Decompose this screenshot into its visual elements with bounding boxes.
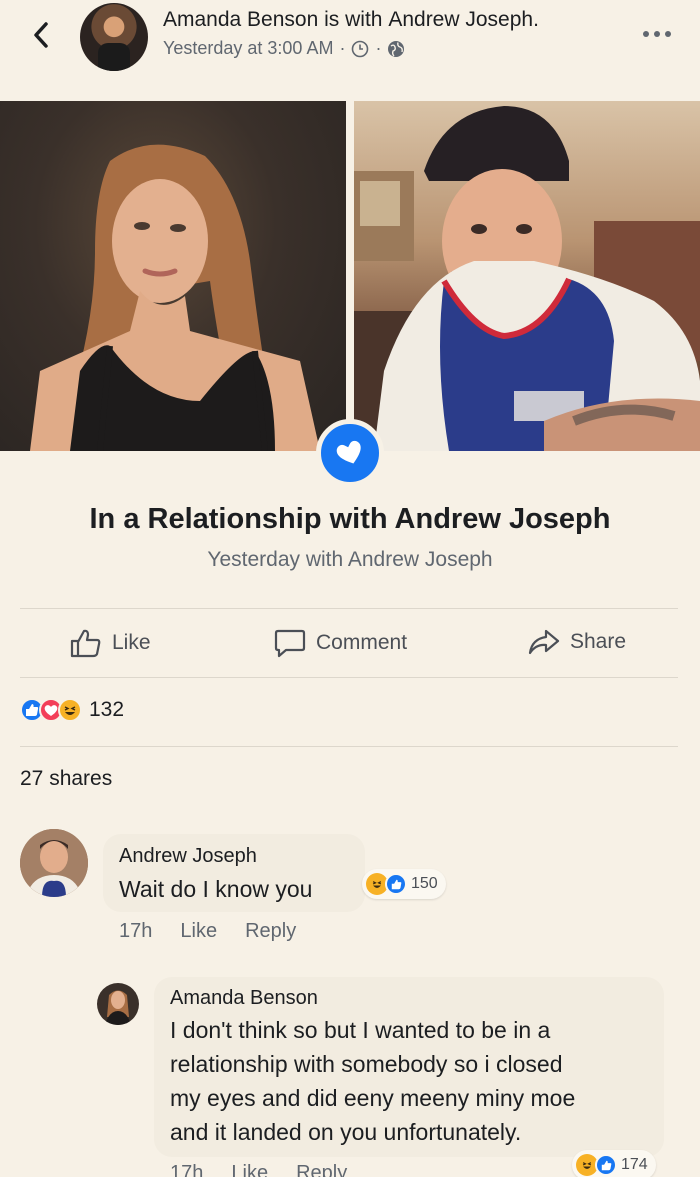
life-event-title: In a Relationship with Andrew Joseph	[89, 503, 611, 535]
photo-andrew[interactable]	[354, 101, 700, 451]
comment-meta: 17h Like Reply	[119, 920, 296, 943]
reply-reply-link[interactable]: Reply	[296, 1162, 347, 1177]
reaction-count: 132	[89, 698, 125, 721]
author-avatar[interactable]	[80, 3, 148, 71]
comment-author[interactable]: Andrew Joseph	[119, 845, 257, 868]
author-name[interactable]: Amanda Benson	[163, 8, 318, 31]
back-button[interactable]	[26, 18, 56, 52]
comment-icon	[274, 629, 306, 658]
like-button[interactable]: Like	[70, 628, 151, 658]
comment-button[interactable]: Comment	[274, 628, 407, 658]
relationship-heart-badge	[316, 419, 384, 487]
post-header: Amanda Benson is with Andrew Joseph. Yes…	[0, 0, 700, 96]
divider	[20, 746, 678, 747]
photo-amanda[interactable]	[0, 101, 346, 451]
share-icon	[528, 629, 560, 655]
shares-count[interactable]: 27 shares	[20, 767, 112, 791]
like-label: Like	[112, 631, 151, 654]
action-bar: Like Comment Share	[0, 612, 700, 676]
chevron-left-icon	[34, 22, 48, 48]
post-meta: Yesterday at 3:00 AM · ·	[163, 38, 405, 59]
post-author-line: Amanda Benson is with Andrew Joseph.	[163, 8, 539, 32]
reaction-summary[interactable]: 132	[20, 698, 124, 722]
relationship-photos	[0, 101, 700, 451]
comment-reply-link[interactable]: Reply	[245, 920, 296, 943]
life-event-subtitle: Yesterday with Andrew Joseph	[207, 548, 493, 571]
share-button[interactable]: Share	[528, 628, 626, 656]
reply-like-link[interactable]: Like	[231, 1162, 268, 1177]
dot-separator: ·	[375, 38, 382, 58]
haha-reaction-icon	[58, 698, 82, 722]
reply-text-line: and it landed on you unfortunately.	[170, 1119, 522, 1145]
comment-label: Comment	[316, 631, 408, 654]
reply-reactions[interactable]: 174	[572, 1150, 656, 1177]
divider	[20, 608, 678, 609]
reply-text-line: I don't think so but I wanted to be in a	[170, 1017, 551, 1043]
reply-text-line: relationship with somebody so i closed	[170, 1051, 563, 1077]
dot-separator: ·	[339, 38, 346, 58]
share-label: Share	[570, 630, 627, 653]
comment-reactions[interactable]: 150	[362, 869, 446, 899]
divider	[20, 677, 678, 678]
clock-icon	[352, 40, 369, 57]
tagged-name[interactable]: Andrew Joseph.	[388, 8, 539, 31]
like-reaction-icon	[385, 873, 407, 895]
comment-text: Wait do I know you	[119, 876, 313, 902]
comment-time[interactable]: 17h	[119, 920, 152, 943]
more-icon	[643, 31, 671, 37]
commenter-avatar[interactable]	[20, 829, 88, 897]
comment-like-link[interactable]: Like	[180, 920, 217, 943]
globe-icon	[388, 40, 405, 57]
reply-author-avatar[interactable]	[97, 983, 139, 1025]
reply-text-line: my eyes and did eeny meeny miny moe	[170, 1085, 576, 1111]
with-text: is with	[324, 8, 383, 31]
post-timestamp[interactable]: Yesterday at 3:00 AM	[163, 38, 333, 59]
more-options-button[interactable]	[640, 24, 674, 44]
comment-reaction-count: 150	[411, 875, 438, 892]
reply-text: I don't think so but I wanted to be in a…	[170, 1013, 575, 1149]
reply-reaction-count: 174	[621, 1156, 648, 1173]
reply-time[interactable]: 17h	[170, 1162, 203, 1177]
reply-meta: 17h Like Reply	[170, 1162, 347, 1177]
reply-author[interactable]: Amanda Benson	[170, 987, 318, 1010]
thumbs-up-icon	[70, 629, 101, 658]
like-reaction-icon	[595, 1154, 617, 1176]
heart-icon	[336, 440, 361, 464]
